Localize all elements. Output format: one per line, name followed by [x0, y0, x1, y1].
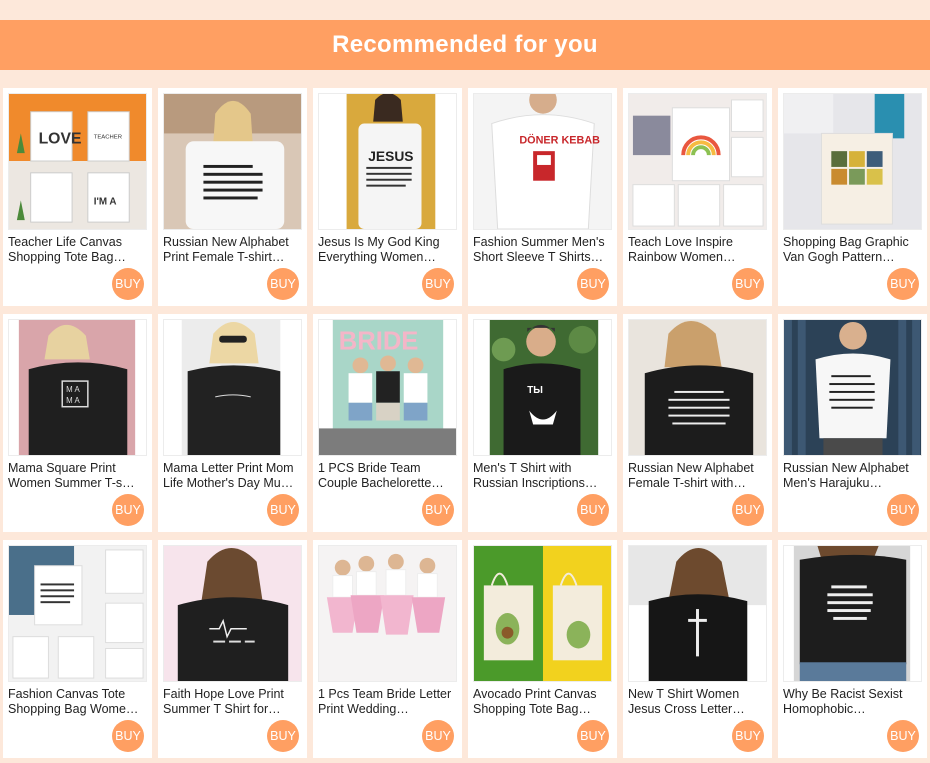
product-title[interactable]: Why Be Racist Sexist Homophobic… [783, 687, 919, 717]
product-image[interactable] [318, 545, 457, 682]
product-title[interactable]: Russian New Alphabet Female T-shirt with… [628, 461, 764, 491]
svg-text:ТЫ: ТЫ [527, 385, 543, 396]
product-image[interactable] [783, 545, 922, 682]
buy-button[interactable]: BUY [112, 720, 144, 752]
product-card[interactable]: Shopping Bag Graphic Van Gogh Pattern… B… [778, 88, 927, 306]
product-image[interactable] [473, 545, 612, 682]
recommended-header: Recommended for you [0, 20, 930, 70]
product-title[interactable]: Jesus Is My God King Everything Women… [318, 235, 454, 265]
product-image[interactable] [628, 319, 767, 456]
product-card[interactable]: DÖNER KEBAB Fashion Summer Men's Short S… [468, 88, 617, 306]
product-card[interactable]: New T Shirt Women Jesus Cross Letter… BU… [623, 540, 772, 758]
buy-button[interactable]: BUY [577, 494, 609, 526]
product-image[interactable] [628, 93, 767, 230]
product-title[interactable]: Mama Square Print Women Summer T-s… [8, 461, 144, 491]
product-card[interactable]: Fashion Canvas Tote Shopping Bag Wome… B… [3, 540, 152, 758]
product-title[interactable]: Russian New Alphabet Print Female T-shir… [163, 235, 299, 265]
product-card[interactable]: ТЫ Men's T Shirt with Russian Inscriptio… [468, 314, 617, 532]
product-card[interactable]: Why Be Racist Sexist Homophobic… BUY [778, 540, 927, 758]
product-image[interactable]: DÖNER KEBAB [473, 93, 612, 230]
product-title[interactable]: 1 PCS Bride Team Couple Bachelorette… [318, 461, 454, 491]
buy-button[interactable]: BUY [422, 720, 454, 752]
product-image[interactable] [8, 545, 147, 682]
product-title[interactable]: Fashion Summer Men's Short Sleeve T Shir… [473, 235, 609, 265]
svg-text:M A: M A [66, 385, 80, 394]
svg-text:BRIDE: BRIDE [339, 328, 419, 356]
svg-text:I'M A: I'M A [94, 196, 117, 207]
product-image[interactable]: M A M A [8, 319, 147, 456]
buy-button[interactable]: BUY [732, 494, 764, 526]
product-title[interactable]: New T Shirt Women Jesus Cross Letter… [628, 687, 764, 717]
svg-text:DÖNER KEBAB: DÖNER KEBAB [519, 133, 600, 146]
buy-button[interactable]: BUY [422, 268, 454, 300]
product-card[interactable]: LOVE TEACHER I'M A Teacher Life Canvas S… [3, 88, 152, 306]
product-image[interactable] [783, 319, 922, 456]
product-image[interactable] [783, 93, 922, 230]
product-title[interactable]: Men's T Shirt with Russian Inscriptions… [473, 461, 609, 491]
buy-button[interactable]: BUY [887, 720, 919, 752]
product-title[interactable]: Teacher Life Canvas Shopping Tote Bag… [8, 235, 144, 265]
section-title: Recommended for you [332, 31, 598, 58]
product-image[interactable] [163, 93, 302, 230]
buy-button[interactable]: BUY [112, 268, 144, 300]
product-card[interactable]: BRIDE 1 PCS Bride Team Couple Bacheloret… [313, 314, 462, 532]
product-card[interactable]: Avocado Print Canvas Shopping Tote Bag… … [468, 540, 617, 758]
buy-button[interactable]: BUY [887, 494, 919, 526]
product-card[interactable]: Russian New Alphabet Female T-shirt with… [623, 314, 772, 532]
product-image[interactable] [163, 319, 302, 456]
svg-text:M A: M A [66, 396, 80, 405]
product-title[interactable]: 1 Pcs Team Bride Letter Print Wedding… [318, 687, 454, 717]
buy-button[interactable]: BUY [422, 494, 454, 526]
product-image[interactable]: ТЫ [473, 319, 612, 456]
buy-button[interactable]: BUY [732, 720, 764, 752]
product-card[interactable]: Teach Love Inspire Rainbow Women… BUY [623, 88, 772, 306]
product-title[interactable]: Teach Love Inspire Rainbow Women… [628, 235, 764, 265]
product-card[interactable]: M A M A Mama Square Print Women Summer T… [3, 314, 152, 532]
product-title[interactable]: Shopping Bag Graphic Van Gogh Pattern… [783, 235, 919, 265]
buy-button[interactable]: BUY [112, 494, 144, 526]
buy-button[interactable]: BUY [267, 268, 299, 300]
product-title[interactable]: Russian New Alphabet Men's Harajuku… [783, 461, 919, 491]
product-title[interactable]: Faith Hope Love Print Summer T Shirt for… [163, 687, 299, 717]
product-title[interactable]: Fashion Canvas Tote Shopping Bag Wome… [8, 687, 144, 717]
buy-button[interactable]: BUY [887, 268, 919, 300]
buy-button[interactable]: BUY [577, 268, 609, 300]
buy-button[interactable]: BUY [732, 268, 764, 300]
product-card[interactable]: Faith Hope Love Print Summer T Shirt for… [158, 540, 307, 758]
product-image[interactable]: LOVE TEACHER I'M A [8, 93, 147, 230]
product-card[interactable]: 1 Pcs Team Bride Letter Print Wedding… B… [313, 540, 462, 758]
product-card[interactable]: JESUS Jesus Is My God King Everything Wo… [313, 88, 462, 306]
product-card[interactable]: Russian New Alphabet Print Female T-shir… [158, 88, 307, 306]
product-card[interactable]: Russian New Alphabet Men's Harajuku… BUY [778, 314, 927, 532]
product-image[interactable] [163, 545, 302, 682]
product-title[interactable]: Avocado Print Canvas Shopping Tote Bag… [473, 687, 609, 717]
svg-text:LOVE: LOVE [39, 130, 82, 147]
product-card[interactable]: Mama Letter Print Mom Life Mother's Day … [158, 314, 307, 532]
product-title[interactable]: Mama Letter Print Mom Life Mother's Day … [163, 461, 299, 491]
buy-button[interactable]: BUY [267, 494, 299, 526]
product-image[interactable] [628, 545, 767, 682]
buy-button[interactable]: BUY [267, 720, 299, 752]
svg-text:TEACHER: TEACHER [94, 134, 122, 140]
buy-button[interactable]: BUY [577, 720, 609, 752]
product-image[interactable]: BRIDE [318, 319, 457, 456]
product-image[interactable]: JESUS [318, 93, 457, 230]
svg-text:JESUS: JESUS [368, 149, 413, 164]
